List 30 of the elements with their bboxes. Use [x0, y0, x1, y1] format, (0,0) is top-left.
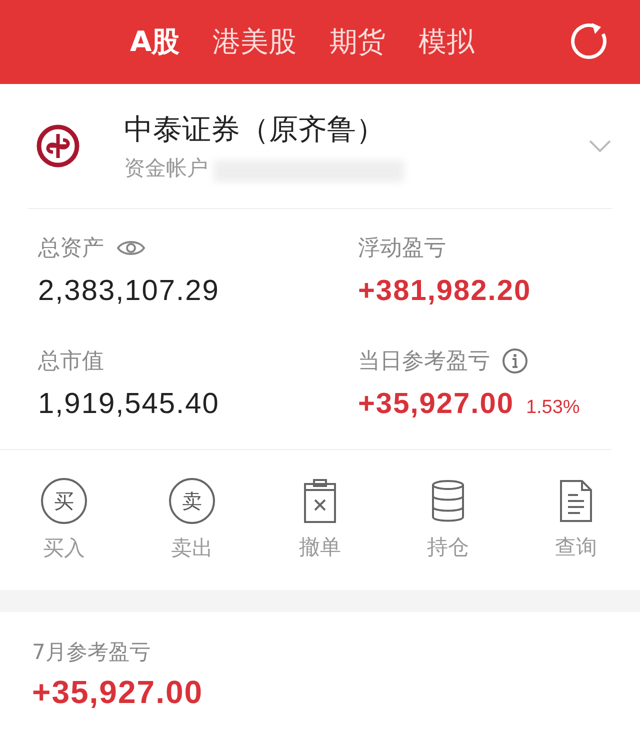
document-icon — [559, 479, 593, 523]
stat-label: 总市值 — [38, 348, 104, 376]
action-button[interactable]: 卖 卖出 — [128, 477, 256, 563]
monthly-value: +35,927.00 — [32, 674, 204, 711]
stat-value: +381,982.20 — [358, 275, 532, 308]
market-tab[interactable]: 期货 — [330, 23, 386, 61]
action-button[interactable]: 持仓 — [384, 478, 512, 562]
percent-change: 1.53% — [526, 397, 580, 419]
stat-value: 2,383,107.29 — [38, 275, 220, 308]
broker-name: 中泰证券（原齐鲁） — [124, 111, 386, 148]
market-tab[interactable]: 模拟 — [418, 23, 475, 61]
stat-label: 总资产 — [38, 235, 104, 263]
broker-logo — [36, 124, 80, 168]
stat-value: +35,927.00 — [358, 388, 514, 421]
info-icon[interactable] — [502, 348, 528, 374]
circle-glyph-icon: 买 — [41, 478, 87, 524]
action-button[interactable]: 查询 — [512, 478, 640, 562]
stat-label: 浮动盈亏 — [358, 235, 446, 263]
monthly-label: 7月参考盈亏 — [32, 639, 152, 666]
stat-label: 当日参考盈亏 — [358, 348, 490, 376]
circle-glyph-icon: 卖 — [169, 478, 215, 524]
action-button[interactable]: 撤单 — [256, 478, 384, 562]
clipboard-x-icon — [303, 479, 337, 523]
market-tab[interactable]: A股 — [130, 23, 180, 61]
eye-icon[interactable] — [116, 238, 146, 258]
action-button[interactable]: 买 买入 — [0, 477, 128, 563]
market-tab[interactable]: 港美股 — [212, 23, 297, 61]
database-icon — [431, 479, 465, 523]
account-label: 资金帐户 — [124, 156, 208, 180]
stat-value: 1,919,545.40 — [38, 388, 220, 421]
